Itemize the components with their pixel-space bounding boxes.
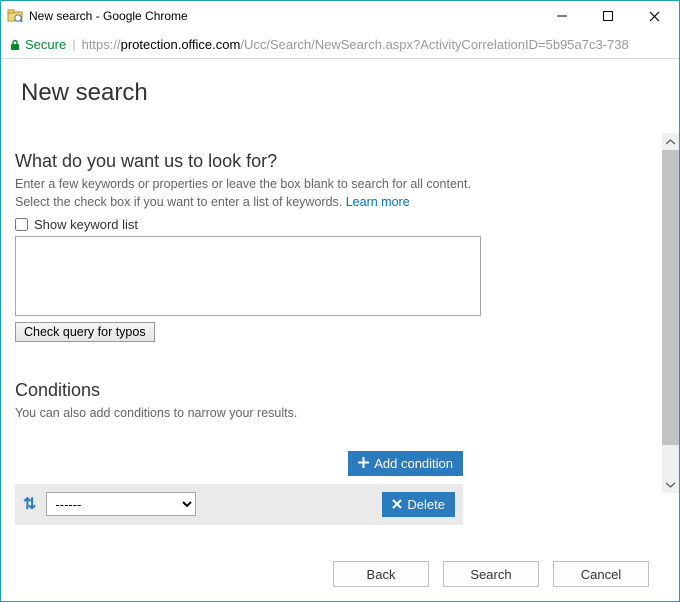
delete-label: Delete (407, 497, 445, 512)
cancel-button[interactable]: Cancel (553, 561, 649, 587)
titlebar: New search - Google Chrome (1, 1, 679, 31)
url-domain: protection.office.com (121, 37, 241, 52)
show-keyword-row[interactable]: Show keyword list (15, 217, 648, 232)
x-icon (392, 497, 402, 512)
url-path: /Ucc/Search/NewSearch.aspx?ActivityCorre… (240, 37, 628, 52)
secure-label: Secure (25, 37, 66, 52)
search-button[interactable]: Search (443, 561, 539, 587)
client-area: New search What do you want us to look f… (1, 59, 679, 547)
add-condition-button[interactable]: Add condition (348, 451, 463, 476)
conditions-help: You can also add conditions to narrow yo… (15, 405, 648, 423)
window-controls (539, 2, 677, 30)
url-separator: | (72, 37, 75, 52)
lock-icon (9, 39, 21, 51)
footer: Back Search Cancel (1, 547, 679, 601)
back-button[interactable]: Back (333, 561, 429, 587)
lookfor-help: Enter a few keywords or properties or le… (15, 176, 648, 211)
condition-row: ⇅ ------ Delete (15, 484, 463, 525)
add-condition-label: Add condition (374, 456, 453, 471)
page-title: New search (21, 79, 648, 107)
chrome-window: New search - Google Chrome Secure | http… (0, 0, 680, 602)
url-text: https://protection.office.com/Ucc/Search… (82, 37, 629, 52)
conditions-heading: Conditions (15, 380, 648, 401)
lookfor-heading: What do you want us to look for? (15, 151, 648, 172)
check-typos-button[interactable]: Check query for typos (15, 322, 155, 342)
show-keyword-checkbox[interactable] (15, 218, 28, 231)
scroll-thumb[interactable] (662, 150, 679, 445)
delete-condition-button[interactable]: Delete (382, 492, 455, 517)
addressbar[interactable]: Secure | https://protection.office.com/U… (1, 31, 679, 59)
window-favicon (7, 8, 23, 24)
vertical-scrollbar[interactable] (662, 133, 679, 493)
scroll-down-icon[interactable] (662, 476, 679, 493)
plus-icon (358, 456, 369, 471)
lookfor-help-line2: Select the check box if you want to ente… (15, 195, 346, 209)
window-title: New search - Google Chrome (29, 9, 539, 23)
learn-more-link[interactable]: Learn more (346, 195, 410, 209)
condition-select[interactable]: ------ (46, 492, 196, 516)
show-keyword-label: Show keyword list (34, 217, 138, 232)
close-button[interactable] (631, 2, 677, 30)
lookfor-help-line1: Enter a few keywords or properties or le… (15, 177, 471, 191)
keyword-textarea[interactable] (15, 236, 481, 316)
scroll-up-icon[interactable] (662, 133, 679, 150)
content: New search What do you want us to look f… (1, 59, 662, 547)
minimize-button[interactable] (539, 2, 585, 30)
drag-handle-icon[interactable]: ⇅ (23, 494, 36, 514)
maximize-button[interactable] (585, 2, 631, 30)
